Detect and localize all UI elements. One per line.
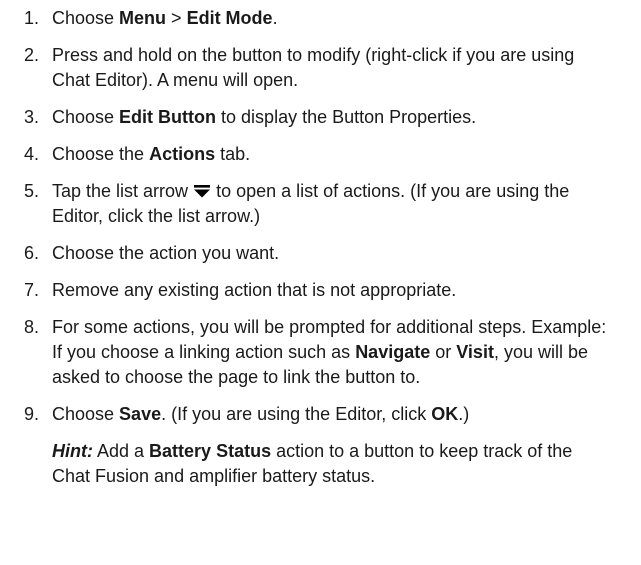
step-number: 2: [24, 43, 46, 68]
step-text: Choose Save. (If you are using the Edito…: [52, 404, 470, 424]
step-8: 8For some actions, you will be prompted …: [0, 315, 641, 390]
step-9: 9 Choose Save. (If you are using the Edit…: [0, 402, 641, 427]
step-2: 2Press and hold on the button to modify …: [0, 43, 641, 93]
battery-status-term: Battery Status: [149, 441, 272, 461]
save-term: Save: [119, 404, 162, 424]
step-text: Choose Edit Button to display the Button…: [52, 107, 477, 127]
step-3: 3 Choose Edit Button to display the Butto…: [0, 105, 641, 130]
step-7: 7 Remove any existing action that is not …: [0, 278, 641, 303]
step-number: 6: [24, 241, 46, 266]
step-5: 5Tap the list arrow to open a list of ac…: [0, 179, 641, 229]
step-text: Choose Menu > Edit Mode.: [52, 8, 278, 28]
step-number: 8: [24, 315, 46, 340]
hint-label: Hint:: [52, 441, 93, 461]
navigate-term: Navigate: [355, 342, 431, 362]
step-6: 6 Choose the action you want.: [0, 241, 641, 266]
step-number: 5: [24, 179, 46, 204]
step-text: Remove any existing action that is not a…: [52, 280, 457, 300]
edit-mode-term: Edit Mode: [186, 8, 273, 28]
step-number: 4: [24, 142, 46, 167]
step-number: 3: [24, 105, 46, 130]
step-number: 7: [24, 278, 46, 303]
step-text: Choose the action you want.: [52, 243, 280, 263]
step-text: Choose the Actions tab.: [52, 144, 251, 164]
menu-term: Menu: [119, 8, 167, 28]
step-number: 9: [24, 402, 46, 427]
visit-term: Visit: [456, 342, 494, 362]
instruction-steps: 1 Choose Menu > Edit Mode. 2Press and hol…: [0, 6, 641, 489]
hint-note: Hint: Add a Battery Status action to a b…: [52, 441, 573, 486]
edit-button-term: Edit Button: [119, 107, 217, 127]
list-arrow-icon: [193, 180, 211, 198]
step-4: 4 Choose the Actions tab.: [0, 142, 641, 167]
step-number: 1: [24, 6, 46, 31]
step-text: Press and hold on the button to modify (…: [52, 45, 575, 90]
ok-term: OK: [431, 404, 459, 424]
step-1: 1 Choose Menu > Edit Mode.: [0, 6, 641, 31]
actions-term: Actions: [149, 144, 216, 164]
step-text: For some actions, you will be prompted f…: [52, 317, 607, 387]
step-text: Tap the list arrow to open a list of act…: [52, 180, 570, 226]
